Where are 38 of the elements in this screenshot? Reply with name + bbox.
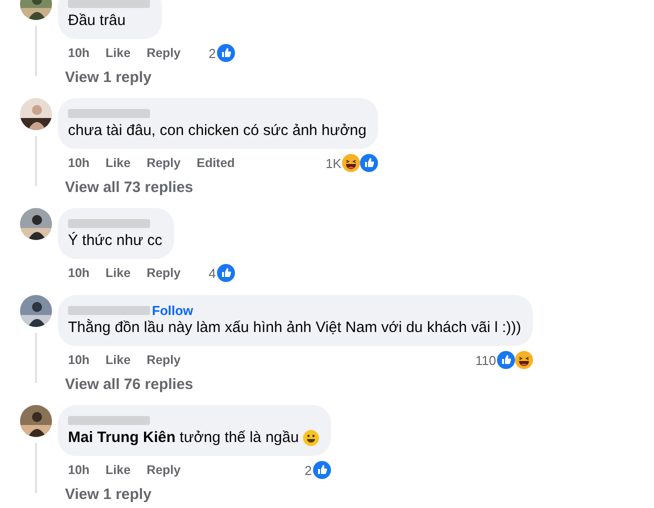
reaction-count: 1K xyxy=(326,156,342,170)
thumbs-up-icon xyxy=(497,351,516,369)
thumbs-up-icon xyxy=(312,461,331,479)
comment-text: Mai Trung Kiên tưởng thế là ngầu xyxy=(68,428,299,448)
follow-link[interactable]: Follow xyxy=(152,302,194,318)
thumbs-up-icon xyxy=(360,154,378,172)
action-link[interactable]: Like xyxy=(106,463,131,477)
action-link[interactable]: Like xyxy=(106,353,131,367)
action-link[interactable]: Like xyxy=(106,46,131,60)
edited-label: Edited xyxy=(196,156,235,170)
action-link[interactable]: Reply xyxy=(146,353,181,367)
view-replies-link[interactable]: View all 73 replies xyxy=(65,179,194,196)
reaction-count: 2 xyxy=(304,462,312,478)
thumbs-up-icon xyxy=(216,44,235,62)
timestamp: 10h xyxy=(68,463,90,477)
timestamp: 10h xyxy=(68,266,90,280)
action-link[interactable]: Reply xyxy=(146,156,181,170)
comment-text: Đầu trâu xyxy=(68,11,126,31)
laughing-face-icon xyxy=(515,351,534,369)
timestamp: 10h xyxy=(68,156,90,170)
comment-text: Thằng đồn lầu này làm xấu hình ảnh Việt Nam với du khách vãi l :))) xyxy=(68,318,522,338)
action-link[interactable]: Like xyxy=(106,266,131,280)
view-replies-link[interactable]: View 1 reply xyxy=(65,69,152,86)
view-replies-link[interactable]: View all 76 replies xyxy=(65,376,194,393)
reaction-count: 4 xyxy=(208,266,216,280)
comment-text: chưa tài đâu, con chicken có sức ảnh hưởng xyxy=(68,121,366,141)
comment-text: Ý thức như cc xyxy=(68,231,162,251)
action-link[interactable]: Reply xyxy=(146,266,181,280)
action-link[interactable]: Like xyxy=(106,156,131,170)
thumbs-up-icon xyxy=(216,264,235,282)
laughing-face-icon xyxy=(342,154,360,172)
reaction-count: 110 xyxy=(475,352,496,368)
action-link[interactable]: Reply xyxy=(146,463,181,477)
view-replies-link[interactable]: View 1 reply xyxy=(65,486,152,503)
reaction-count: 2 xyxy=(208,46,216,60)
action-link[interactable]: Reply xyxy=(146,46,181,60)
timestamp: 10h xyxy=(68,353,90,367)
timestamp: 10h xyxy=(68,46,90,60)
